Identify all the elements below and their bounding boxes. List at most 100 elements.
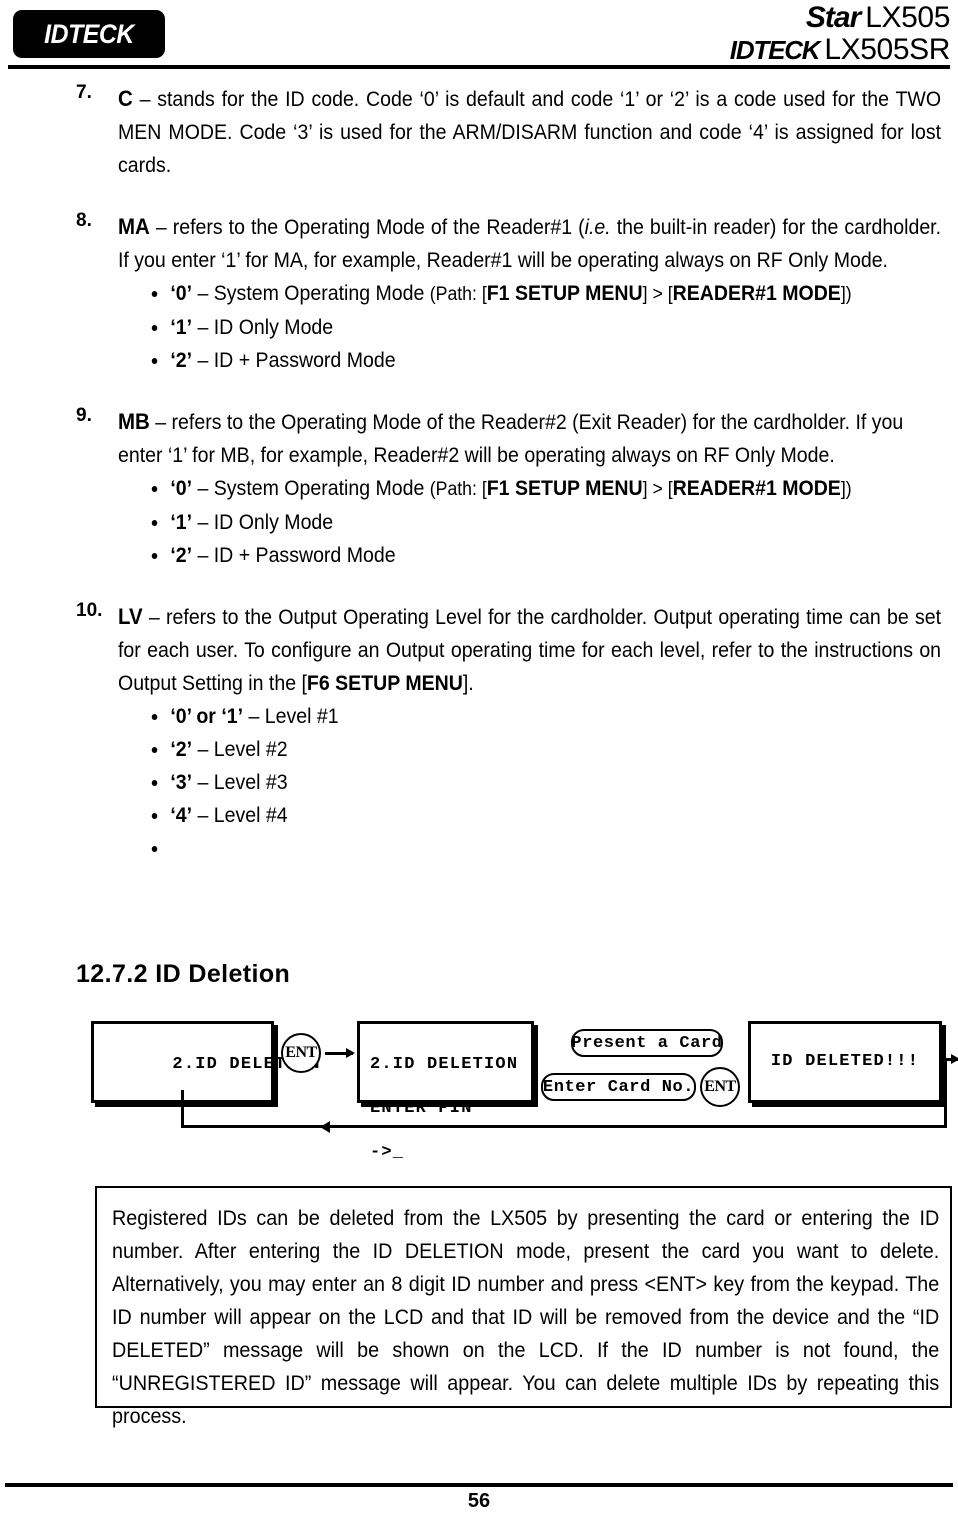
bullet-path-suffix-0b: ]) bbox=[840, 479, 852, 500]
bullet-key-level4: ‘4’ bbox=[170, 804, 193, 827]
pill-enter-card-no: Enter Card No. bbox=[541, 1073, 696, 1101]
bullet-text-level2: – Level #2 bbox=[192, 738, 288, 761]
bullet-mode-0-b: ‘0’ – System Operating Mode (Path: [F1 S… bbox=[148, 472, 877, 506]
header-divider bbox=[8, 65, 950, 69]
bullet-text-level1: – Level #1 bbox=[243, 705, 339, 728]
brand-line-star-lx505: Star LX505 bbox=[730, 1, 951, 34]
reader2-mode-bullets: ‘0’ – System Operating Mode (Path: [F1 S… bbox=[0, 472, 958, 572]
document-page: IDTECK Star LX505 IDTECK LX505SR 7. C – st… bbox=[0, 0, 958, 1517]
bullet-text-1b: – ID Only Mode bbox=[192, 511, 334, 534]
bullet-text-2b: – ID + Password Mode bbox=[192, 544, 396, 567]
bullet-mode-2-a: ‘2’ – ID + Password Mode bbox=[148, 344, 877, 377]
item-body-10: LV – refers to the Output Operating Leve… bbox=[118, 600, 941, 700]
bullet-path-menu-0b: F1 SETUP MENU bbox=[486, 477, 643, 500]
bullet-level-3: ‘3’ – Level #3 bbox=[148, 766, 877, 799]
bullet-key-2b: ‘2’ bbox=[170, 544, 193, 567]
feedback-line-vertical-left bbox=[181, 1090, 184, 1128]
bullet-path-mid-0a: ] > [ bbox=[642, 284, 673, 305]
item-text-9: – refers to the Operating Mode of the Re… bbox=[118, 411, 904, 467]
page-header: IDTECK Star LX505 IDTECK LX505SR bbox=[0, 0, 958, 72]
item-body-9: MB – refers to the Operating Mode of the… bbox=[118, 405, 941, 472]
brand-line-idteck-lx505sr: IDTECK LX505SR bbox=[729, 32, 951, 66]
item-key-lv: LV bbox=[118, 604, 143, 629]
bullet-path-mode-0b: READER#1 MODE bbox=[672, 477, 841, 500]
bullet-key-0a: ‘0’ bbox=[170, 282, 193, 305]
pill-present-a-card: Present a Card bbox=[571, 1029, 723, 1057]
item-key-c: C bbox=[118, 86, 133, 111]
brand-model-lx505: LX505 bbox=[865, 1, 950, 34]
flow-arrow-1 bbox=[325, 1048, 355, 1058]
id-deletion-flow-diagram: 2.ID DELETION ENT 2.ID DELETION ENTER PI… bbox=[0, 1005, 958, 1162]
item-number-10: 10. bbox=[76, 600, 103, 621]
bullet-path-mid-0b: ] > [ bbox=[642, 479, 673, 500]
item-number-7: 7. bbox=[76, 82, 92, 103]
idteck-logo: IDTECK bbox=[13, 10, 165, 58]
brand-model-lx505sr: LX505SR bbox=[824, 32, 950, 66]
bullet-mode-0-a: ‘0’ – System Operating Mode (Path: [F1 S… bbox=[148, 277, 877, 311]
list-item-7: 7. C – stands for the ID code. Code ‘0’ … bbox=[0, 82, 958, 182]
lcd-screen-enter-pin: 2.ID DELETION ENTER PIN ->_ bbox=[357, 1021, 534, 1162]
bullet-path-suffix-0a: ]) bbox=[840, 284, 852, 305]
item-italic-8: i.e. bbox=[584, 216, 611, 239]
item-key-ma: MA bbox=[118, 214, 150, 239]
feedback-line-horizontal bbox=[181, 1125, 947, 1128]
pill-present-label: Present a Card bbox=[571, 1033, 723, 1053]
lcd-pin-line3: ->_ bbox=[370, 1143, 405, 1162]
page-content: 7. C – stands for the ID code. Code ‘0’ … bbox=[0, 82, 958, 852]
idteck-logo-text: IDTECK bbox=[44, 19, 134, 49]
ent-label-1: ENT bbox=[285, 1044, 317, 1061]
bullet-mode-1-b: ‘1’ – ID Only Mode bbox=[148, 506, 877, 539]
note-text: Registered IDs can be deleted from the L… bbox=[112, 1207, 940, 1428]
ent-key-icon-2: ENT bbox=[700, 1067, 740, 1107]
bullet-key-1b: ‘1’ bbox=[170, 511, 193, 534]
bullet-text-0b: – System Operating Mode bbox=[192, 477, 430, 500]
bullet-text-1a: – ID Only Mode bbox=[192, 316, 334, 339]
item-text-8a: – refers to the Operating Mode of the Re… bbox=[149, 216, 585, 239]
page-number: 56 bbox=[467, 1490, 491, 1512]
brand-idteck-word: IDTECK bbox=[729, 34, 821, 65]
product-brand-block: Star LX505 IDTECK LX505SR bbox=[729, 1, 951, 66]
item-bold-f6-menu: F6 SETUP MENU bbox=[306, 672, 463, 695]
bullet-mode-1-a: ‘1’ – ID Only Mode bbox=[148, 311, 877, 344]
bullet-key-level2: ‘2’ bbox=[170, 738, 193, 761]
list-item-9: 9. MB – refers to the Operating Mode of … bbox=[0, 405, 958, 472]
bullet-path-menu-0a: F1 SETUP MENU bbox=[486, 282, 643, 305]
bullet-text-0a: – System Operating Mode bbox=[192, 282, 430, 305]
bullet-level-4: ‘4’ – Level #4 bbox=[148, 799, 877, 832]
lcd-pin-line1: 2.ID DELETION bbox=[370, 1055, 519, 1074]
bullet-key-2a: ‘2’ bbox=[170, 349, 193, 372]
item-key-mb: MB bbox=[118, 409, 150, 434]
item-number-8: 8. bbox=[76, 210, 92, 231]
bullet-path-mode-0a: READER#1 MODE bbox=[672, 282, 841, 305]
item-body-7: C – stands for the ID code. Code ‘0’ is … bbox=[118, 82, 941, 182]
section-heading-id-deletion: 12.7.2 ID Deletion bbox=[76, 960, 291, 988]
footer-divider bbox=[5, 1483, 953, 1487]
item-number-9: 9. bbox=[76, 405, 92, 426]
ent-key-icon-1: ENT bbox=[281, 1033, 321, 1073]
level-bullets: ‘0’ or ‘1’ – Level #1 ‘2’ – Level #2 ‘3’… bbox=[0, 700, 958, 852]
bullet-key-1a: ‘1’ bbox=[170, 316, 193, 339]
ent-label-2: ENT bbox=[704, 1078, 736, 1095]
bullet-text-2a: – ID + Password Mode bbox=[192, 349, 396, 372]
bullet-path-prefix-0a: (Path: [ bbox=[429, 284, 487, 305]
bullet-level-1: ‘0’ or ‘1’ – Level #1 bbox=[148, 700, 877, 733]
item-text-7: – stands for the ID code. Code ‘0’ is de… bbox=[118, 88, 942, 177]
feedback-arrow-head bbox=[320, 1121, 330, 1133]
list-item-8: 8. MA – refers to the Operating Mode of … bbox=[0, 210, 958, 277]
bullet-mode-2-b: ‘2’ – ID + Password Mode bbox=[148, 539, 877, 572]
reader1-mode-bullets: ‘0’ – System Operating Mode (Path: [F1 S… bbox=[0, 277, 958, 377]
bullet-key-level3: ‘3’ bbox=[170, 771, 193, 794]
item-text-10a: – refers to the Output Operating Level f… bbox=[118, 606, 942, 695]
lcd-screen-id-deleted: ID DELETED!!! bbox=[748, 1021, 942, 1103]
feedback-line-vertical-right bbox=[944, 1058, 947, 1128]
item-body-8: MA – refers to the Operating Mode of the… bbox=[118, 210, 941, 277]
bullet-level-2: ‘2’ – Level #2 bbox=[148, 733, 877, 766]
bullet-key-0b: ‘0’ bbox=[170, 477, 193, 500]
bullet-path-prefix-0b: (Path: [ bbox=[429, 479, 487, 500]
lcd-deleted-line1: ID DELETED!!! bbox=[770, 1052, 920, 1071]
item-text-10b: ]. bbox=[462, 672, 474, 695]
lcd-pin-line2: ENTER PIN bbox=[370, 1099, 473, 1118]
